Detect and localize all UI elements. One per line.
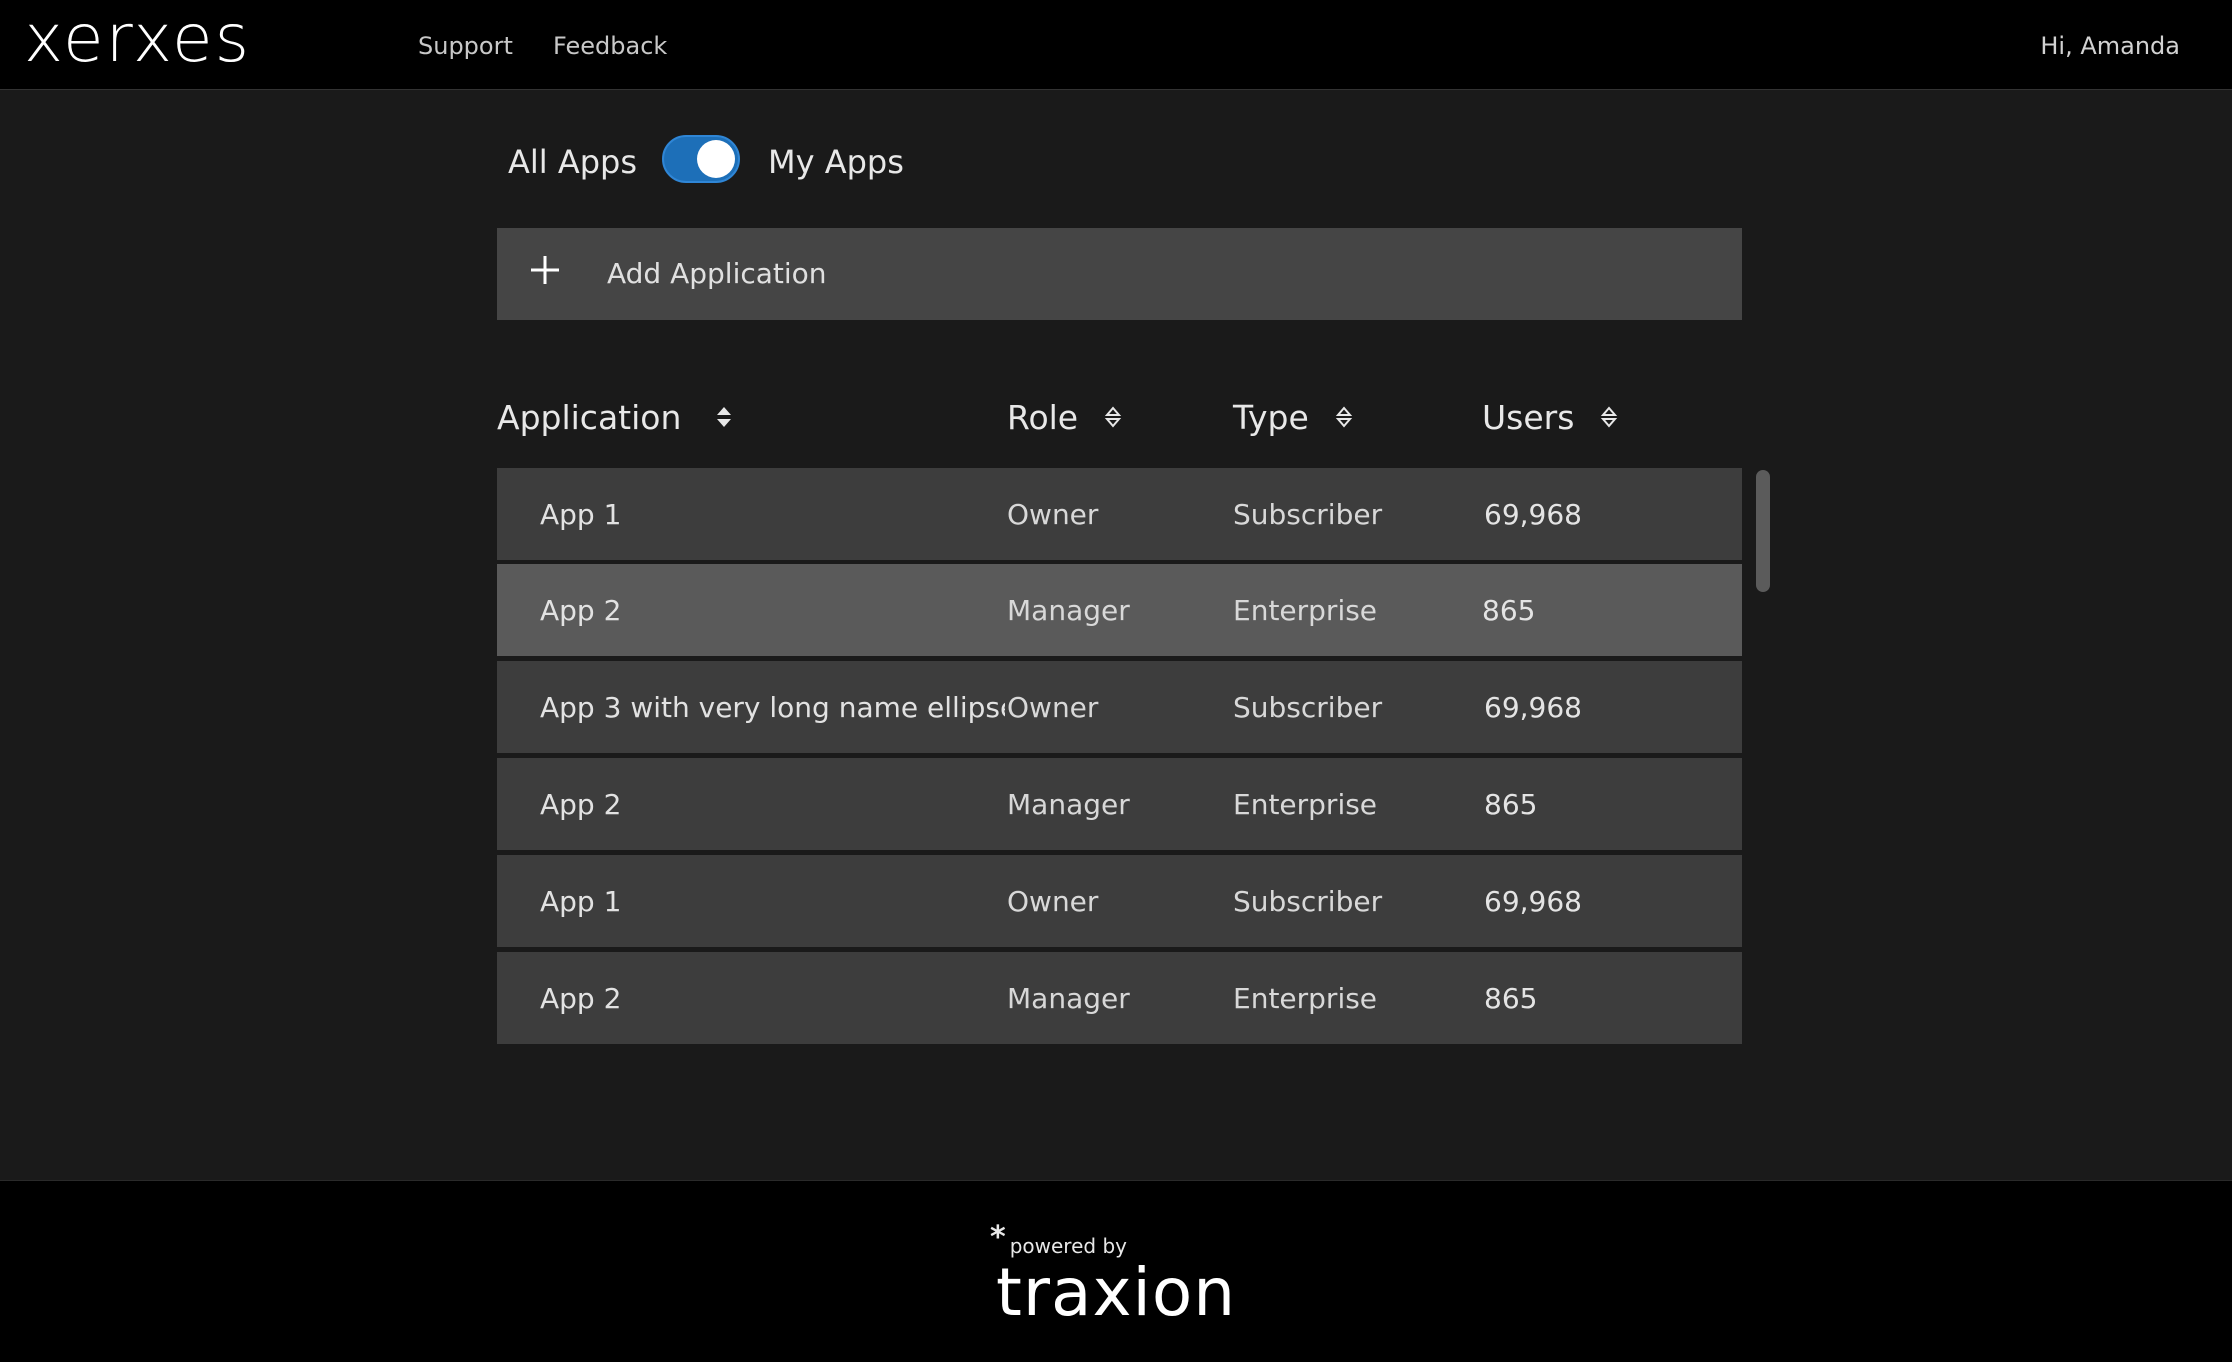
top-bar: xerxes Support Feedback Hi, Amanda [0,0,2232,90]
users-cell: 69,968 [1484,884,1582,918]
users-cell: 865 [1482,593,1536,627]
add-application-label: Add Application [607,257,827,290]
application-cell: App 1 [540,884,622,918]
users-cell: 69,968 [1484,690,1582,724]
type-cell: Enterprise [1233,787,1378,821]
table-row[interactable]: App 2 Manager Enterprise 865 [497,564,1742,656]
table-row[interactable]: App 1 Owner Subscriber 69,968 [497,468,1742,560]
column-header-label: Users [1482,397,1575,437]
plus-icon [531,256,559,284]
traxion-logo[interactable]: traxion [996,1253,1236,1333]
all-apps-label[interactable]: All Apps [508,140,637,184]
type-cell: Subscriber [1233,690,1383,724]
table-row[interactable]: App 1 Owner Subscriber 69,968 [497,855,1742,947]
users-cell: 865 [1484,787,1538,821]
application-cell: App 1 [540,497,622,531]
column-header-type[interactable]: Type [1233,392,1353,442]
table-row[interactable]: App 3 with very long name ellipses… Owne… [497,661,1742,753]
add-application-button[interactable]: Add Application [497,228,1742,320]
application-cell: App 2 [540,593,622,627]
type-cell: Subscriber [1233,884,1383,918]
my-apps-label[interactable]: My Apps [768,140,904,184]
sort-icon[interactable] [1335,405,1353,429]
role-cell: Manager [1007,593,1130,627]
role-cell: Owner [1007,690,1099,724]
users-cell: 69,968 [1484,497,1582,531]
column-header-label: Type [1233,397,1309,437]
sort-icon[interactable] [1600,405,1618,429]
xerxes-logo[interactable]: xerxes [24,2,251,76]
user-greeting[interactable]: Hi, Amanda [2040,30,2180,62]
type-cell: Enterprise [1233,593,1378,627]
sort-icon[interactable] [715,405,733,429]
applications-table-body: App 1 Owner Subscriber 69,968 App 2 Mana… [497,468,1742,1048]
role-cell: Owner [1007,884,1099,918]
column-header-users[interactable]: Users [1482,392,1618,442]
application-cell: App 2 [540,981,622,1015]
role-cell: Owner [1007,497,1099,531]
table-scrollbar[interactable] [1756,470,1770,592]
column-header-label: Role [1007,397,1079,437]
type-cell: Enterprise [1233,981,1378,1015]
sort-icon[interactable] [1104,405,1122,429]
asterisk-icon: * [990,1220,1006,1255]
column-header-role[interactable]: Role [1007,392,1122,442]
apps-filter-toggle[interactable] [662,135,740,183]
users-cell: 865 [1484,981,1538,1015]
column-header-application[interactable]: Application [497,392,733,442]
application-cell: App 2 [540,787,622,821]
nav-support-link[interactable]: Support [418,30,513,62]
role-cell: Manager [1007,787,1130,821]
toggle-knob [697,140,735,178]
table-row[interactable]: App 2 Manager Enterprise 865 [497,952,1742,1044]
table-row[interactable]: App 2 Manager Enterprise 865 [497,758,1742,850]
application-cell: App 3 with very long name ellipses… [540,690,1005,724]
column-header-label: Application [497,397,682,437]
nav-feedback-link[interactable]: Feedback [553,30,667,62]
footer: * powered by traxion [0,1180,2232,1362]
type-cell: Subscriber [1233,497,1383,531]
role-cell: Manager [1007,981,1130,1015]
